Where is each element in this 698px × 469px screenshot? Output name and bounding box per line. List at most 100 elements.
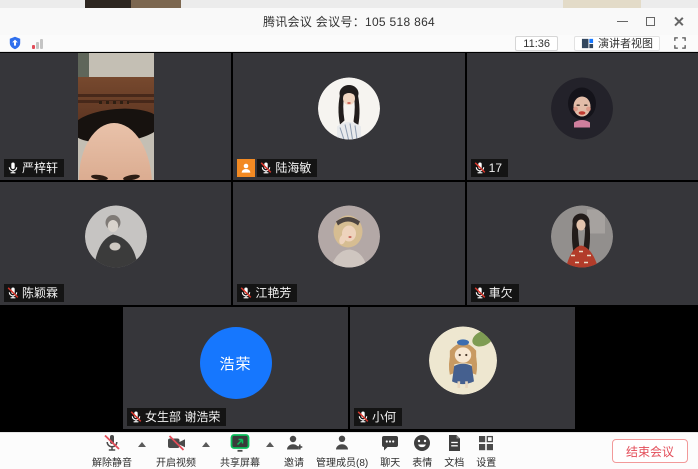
screen: 腾讯会议 会议号：105 518 864 11:36 演讲者	[0, 0, 698, 469]
avatar	[85, 205, 147, 267]
start-video-label: 开启视频	[156, 454, 196, 469]
docs-button[interactable]: 文档	[438, 433, 470, 469]
person-icon	[240, 162, 252, 174]
bottom-toolbar: 解除静音 开启视频 共享屏幕	[0, 432, 698, 469]
settings-grid-icon	[476, 433, 496, 453]
unmute-label: 解除静音	[92, 454, 132, 469]
participant-nameplate: 江艳芳	[237, 284, 297, 302]
video-tile-cheqian[interactable]: 車欠	[467, 182, 698, 305]
participant-name: 女生部 谢浩荣	[145, 408, 220, 426]
start-video-button[interactable]: 开启视频	[150, 433, 202, 469]
participant-nameplate: 女生部 谢浩荣	[127, 408, 226, 426]
participant-name: 陈颖霖	[22, 284, 58, 302]
participant-nameplate: 車欠	[471, 284, 519, 302]
fullscreen-icon	[674, 37, 686, 49]
close-icon	[673, 16, 684, 27]
maximize-button[interactable]	[636, 8, 664, 35]
mic-muted-icon	[474, 287, 486, 299]
participant-name: 車欠	[489, 284, 513, 302]
avatar-initials: 浩荣	[219, 353, 251, 374]
unmute-button[interactable]: 解除静音	[86, 433, 138, 469]
video-tile-jiangyanfang[interactable]: 江艳芳	[233, 182, 464, 305]
host-badge	[237, 159, 255, 177]
share-options-caret[interactable]	[266, 442, 274, 447]
share-screen-button[interactable]: 共享屏幕	[214, 433, 266, 469]
mic-muted-icon	[240, 287, 252, 299]
minimize-button[interactable]	[608, 8, 636, 35]
invite-button[interactable]: 邀请	[278, 433, 310, 469]
participant-nameplate: 小何	[354, 408, 402, 426]
mic-muted-icon	[357, 411, 369, 423]
share-screen-label: 共享屏幕	[220, 454, 260, 469]
participant-nameplate: 严梓轩	[4, 159, 64, 177]
video-grid: 严梓轩	[0, 52, 698, 432]
participant-name: 小何	[372, 408, 396, 426]
chat-button[interactable]: 聊天	[374, 433, 406, 469]
desktop-background-strip	[0, 0, 698, 8]
participant-name: 严梓轩	[22, 159, 58, 177]
window-title: 腾讯会议 会议号：105 518 864	[263, 13, 435, 30]
emoji-button[interactable]: 表情	[406, 433, 438, 469]
camera-feed	[78, 53, 154, 180]
participant-name: 江艳芳	[255, 284, 291, 302]
close-button[interactable]	[664, 8, 692, 35]
settings-label: 设置	[476, 454, 496, 469]
avatar	[551, 78, 613, 140]
mic-muted-icon	[102, 433, 122, 453]
security-shield-icon[interactable]	[8, 36, 22, 50]
desktop-fragment	[563, 0, 641, 8]
mic-muted-icon	[260, 162, 272, 174]
mic-options-caret[interactable]	[138, 442, 146, 447]
avatar	[551, 205, 613, 267]
participant-nameplate: 17	[471, 159, 508, 177]
end-meeting-button[interactable]: 结束会议	[612, 439, 688, 463]
members-icon	[332, 433, 352, 453]
avatar	[318, 78, 380, 140]
emoji-label: 表情	[412, 454, 432, 469]
meeting-clock: 11:36	[515, 36, 558, 51]
view-mode-button[interactable]: 演讲者视图	[574, 36, 660, 51]
video-tile-luhaimin[interactable]: 陆海敏	[233, 53, 464, 180]
layout-view-icon	[581, 37, 594, 50]
document-icon	[444, 433, 464, 453]
manage-members-button[interactable]: 管理成员(8)	[310, 433, 374, 469]
participant-nameplate: 陈颖霖	[4, 284, 64, 302]
minimize-icon	[617, 21, 628, 22]
share-screen-icon	[229, 433, 251, 453]
video-tile-xiehaorong[interactable]: 浩荣 女生部 谢浩荣	[123, 307, 348, 429]
docs-label: 文档	[444, 454, 464, 469]
smiley-icon	[412, 433, 432, 453]
video-tile-chenyinglin[interactable]: 陈颖霖	[0, 182, 231, 305]
desktop-fragment	[131, 0, 181, 8]
mic-muted-icon	[474, 162, 486, 174]
camera-muted-icon	[166, 433, 187, 453]
settings-button[interactable]: 设置	[470, 433, 502, 469]
video-tile-xiaohe[interactable]: 小何	[350, 307, 575, 429]
invite-person-icon	[284, 433, 304, 453]
participant-nameplate: 陆海敏	[257, 159, 317, 177]
video-tile-17[interactable]: 17	[467, 53, 698, 180]
video-tile-yanzixuan[interactable]: 严梓轩	[0, 53, 231, 180]
video-options-caret[interactable]	[202, 442, 210, 447]
status-bar: 11:36 演讲者视图	[0, 35, 698, 52]
invite-label: 邀请	[284, 454, 304, 469]
participant-name: 陆海敏	[275, 159, 311, 177]
view-mode-label: 演讲者视图	[598, 35, 653, 51]
window-controls	[608, 8, 692, 35]
mic-on-icon	[7, 162, 19, 174]
meeting-window: 腾讯会议 会议号：105 518 864 11:36 演讲者	[0, 8, 698, 469]
initials-avatar: 浩荣	[200, 327, 272, 399]
chat-bubble-icon	[380, 433, 400, 453]
network-signal-icon[interactable]	[32, 38, 43, 49]
mic-muted-icon	[7, 287, 19, 299]
mic-muted-icon	[130, 411, 142, 423]
fullscreen-button[interactable]	[674, 37, 686, 49]
avatar	[429, 327, 497, 395]
avatar	[318, 205, 380, 267]
participant-name: 17	[489, 159, 502, 177]
title-bar: 腾讯会议 会议号：105 518 864	[0, 8, 698, 35]
desktop-fragment	[85, 0, 131, 8]
manage-members-label: 管理成员(8)	[316, 454, 368, 469]
chat-label: 聊天	[380, 454, 400, 469]
maximize-icon	[646, 17, 655, 26]
